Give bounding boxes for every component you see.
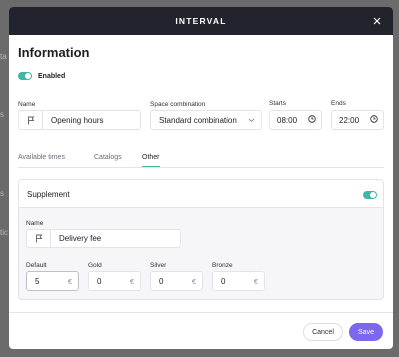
- supplement-name-field[interactable]: Delivery fee: [26, 229, 181, 248]
- gold-price-label: Gold: [88, 262, 102, 269]
- supplement-name-label: Name: [26, 220, 44, 227]
- flag-icon: [19, 111, 43, 129]
- supplement-card: Supplement Name Delivery fee Default 5 €…: [18, 179, 384, 300]
- background-text: s: [0, 110, 4, 119]
- gold-price-input[interactable]: 0 €: [88, 271, 141, 291]
- clock-icon[interactable]: [308, 115, 316, 125]
- space-combination-label: Space combination: [150, 101, 206, 108]
- silver-price-value: 0: [159, 276, 164, 286]
- tab-catalogs[interactable]: Catalogs: [94, 154, 122, 166]
- bronze-price-value: 0: [221, 276, 226, 286]
- starts-label: Starts: [269, 100, 286, 107]
- starts-value: 08:00: [277, 115, 298, 125]
- space-combination-value: Standard combination: [159, 115, 237, 125]
- chevron-down-icon: [248, 116, 255, 125]
- name-label: Name: [18, 101, 36, 108]
- default-price-label: Default: [26, 262, 47, 269]
- currency-symbol: €: [253, 276, 258, 286]
- bronze-price-label: Bronze: [212, 262, 233, 269]
- save-button[interactable]: Save: [349, 323, 383, 341]
- starts-time-input[interactable]: 08:00: [269, 110, 322, 130]
- enabled-toggle[interactable]: [18, 72, 32, 80]
- supplement-title: Supplement: [27, 190, 70, 199]
- ends-value: 22:00: [339, 115, 360, 125]
- currency-symbol: €: [129, 276, 134, 286]
- enabled-toggle-row[interactable]: Enabled: [18, 72, 65, 80]
- tab-bar: Available times Catalogs Other: [18, 154, 384, 168]
- gold-price-value: 0: [97, 276, 102, 286]
- currency-symbol: €: [191, 276, 196, 286]
- name-field[interactable]: Opening hours: [18, 110, 141, 130]
- ends-time-input[interactable]: 22:00: [331, 110, 384, 130]
- currency-symbol: €: [67, 276, 72, 286]
- modal-title: INTERVAL: [175, 16, 227, 26]
- clock-icon[interactable]: [370, 115, 378, 125]
- bronze-price-input[interactable]: 0 €: [212, 271, 265, 291]
- interval-modal: INTERVAL Information Enabled Name Openin…: [9, 7, 393, 349]
- default-price-value: 5: [35, 276, 40, 286]
- silver-price-label: Silver: [150, 262, 167, 269]
- tab-available-times[interactable]: Available times: [18, 154, 65, 166]
- background-text: s: [0, 189, 4, 198]
- supplement-header: Supplement: [19, 180, 383, 208]
- background-text: tic: [0, 228, 8, 237]
- supplement-name-value: Delivery fee: [59, 234, 102, 243]
- name-value: Opening hours: [51, 115, 104, 125]
- tab-other[interactable]: Other: [142, 154, 160, 167]
- ends-label: Ends: [331, 100, 346, 107]
- flag-icon: [27, 230, 51, 247]
- modal-footer: Cancel Save: [9, 312, 393, 349]
- close-icon[interactable]: [371, 15, 383, 27]
- space-combination-select[interactable]: Standard combination: [150, 110, 262, 130]
- supplement-toggle[interactable]: [363, 191, 377, 199]
- modal-header: INTERVAL: [9, 7, 393, 35]
- enabled-label: Enabled: [38, 72, 66, 80]
- section-title: Information: [18, 45, 90, 60]
- cancel-button[interactable]: Cancel: [303, 323, 343, 341]
- silver-price-input[interactable]: 0 €: [150, 271, 203, 291]
- default-price-input[interactable]: 5 €: [26, 271, 79, 291]
- background-text: ta: [0, 52, 7, 61]
